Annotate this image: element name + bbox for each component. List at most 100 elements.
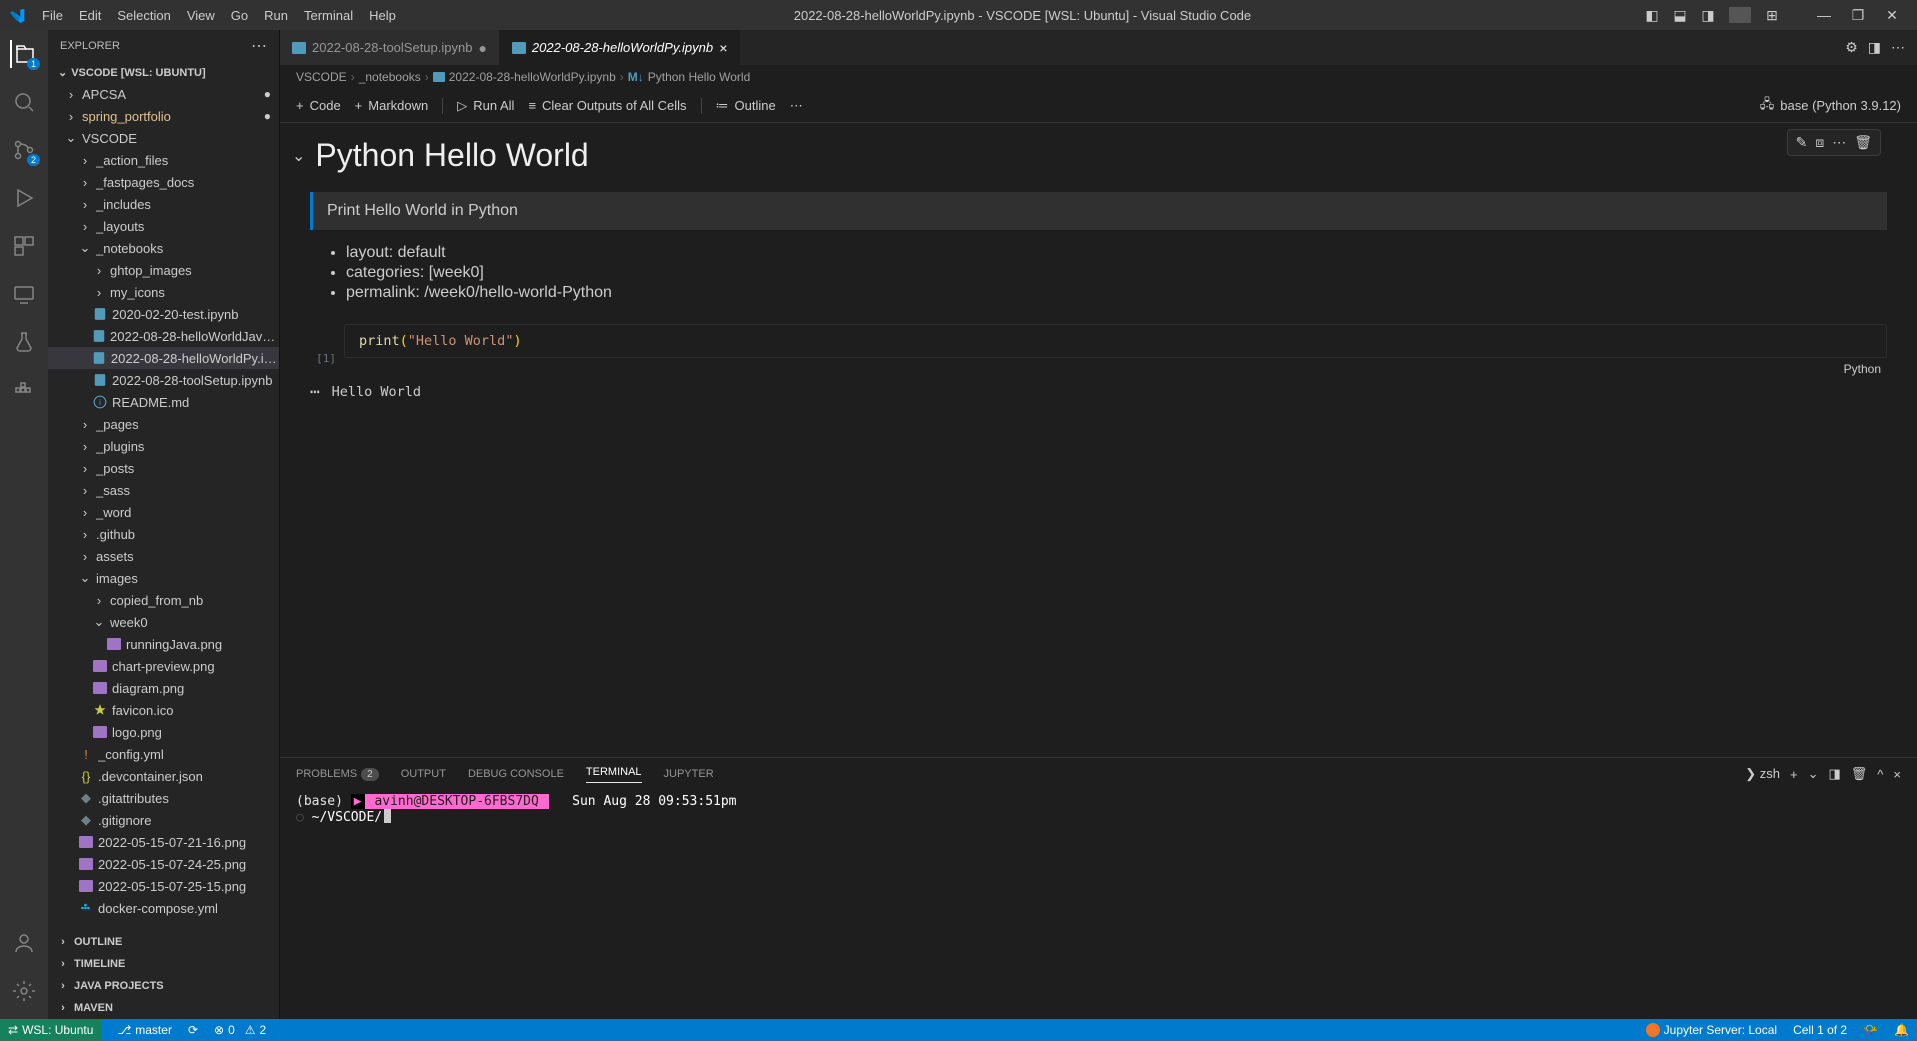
- add-code-button[interactable]: +Code: [296, 98, 341, 113]
- search-icon[interactable]: [10, 88, 38, 116]
- menu-terminal[interactable]: Terminal: [296, 4, 361, 27]
- file-img3[interactable]: 2022-05-15-07-25-15.png: [48, 875, 279, 897]
- docker-icon[interactable]: [10, 376, 38, 404]
- file-logo[interactable]: logo.png: [48, 721, 279, 743]
- file-readme[interactable]: iREADME.md: [48, 391, 279, 413]
- sidebar-more-icon[interactable]: ⋯: [251, 36, 267, 56]
- menu-selection[interactable]: Selection: [109, 4, 178, 27]
- file-gitattr[interactable]: ◆.gitattributes: [48, 787, 279, 809]
- menu-help[interactable]: Help: [361, 4, 404, 27]
- code-input[interactable]: print("Hello World"): [344, 324, 1887, 358]
- edit-icon[interactable]: ✎: [1796, 134, 1808, 151]
- folder-includes[interactable]: ›_includes: [48, 193, 279, 215]
- notebook-body[interactable]: ✎ ⧈ ⋯ 🗑 ⌄ Python Hello World Print Hello…: [280, 123, 1917, 757]
- java-projects-section[interactable]: ›JAVA PROJECTS: [48, 975, 279, 997]
- maximize-icon[interactable]: ❐: [1841, 7, 1875, 24]
- file-img1[interactable]: 2022-05-15-07-21-16.png: [48, 831, 279, 853]
- file-running[interactable]: runningJava.png: [48, 633, 279, 655]
- split-terminal-dropdown-icon[interactable]: ⌄: [1808, 766, 1819, 782]
- more-actions-icon[interactable]: ⋯: [790, 98, 803, 114]
- menu-go[interactable]: Go: [223, 4, 256, 27]
- breadcrumb[interactable]: VSCODE› _notebooks› 2022-08-28-helloWorl…: [280, 65, 1917, 89]
- folder-pages[interactable]: ›_pages: [48, 413, 279, 435]
- file-nb3[interactable]: 2022-08-28-helloWorldPy.ipynb: [48, 347, 279, 369]
- testing-icon[interactable]: [10, 328, 38, 356]
- file-nb2[interactable]: 2022-08-28-helloWorldJava.ipynb: [48, 325, 279, 347]
- file-devcontainer[interactable]: {}.devcontainer.json: [48, 765, 279, 787]
- folder-word[interactable]: ›_word: [48, 501, 279, 523]
- split-editor-icon[interactable]: ◨: [1868, 39, 1881, 56]
- code-cell[interactable]: [1] print("Hello World") Python: [310, 324, 1887, 378]
- toggle-panel-icon[interactable]: ⬓: [1669, 7, 1691, 24]
- folder-week0[interactable]: ⌄week0: [48, 611, 279, 633]
- bell-icon[interactable]: 🔔: [1894, 1023, 1909, 1037]
- tab-terminal[interactable]: TERMINAL: [586, 766, 642, 783]
- file-nb4[interactable]: 2022-08-28-toolSetup.ipynb: [48, 369, 279, 391]
- kill-terminal-icon[interactable]: 🗑: [1851, 766, 1868, 782]
- output-actions-icon[interactable]: ⋯: [310, 382, 320, 401]
- run-debug-icon[interactable]: [10, 184, 38, 212]
- folder-apcsa[interactable]: ›APCSA●: [48, 83, 279, 105]
- workspace-root[interactable]: ⌄ VSCODE [WSL: UBUNTU]: [48, 62, 279, 83]
- extensions-icon[interactable]: [10, 232, 38, 260]
- close-icon[interactable]: ✕: [1875, 7, 1909, 24]
- file-diagram[interactable]: diagram.png: [48, 677, 279, 699]
- folder-notebooks[interactable]: ⌄_notebooks: [48, 237, 279, 259]
- file-chart[interactable]: chart-preview.png: [48, 655, 279, 677]
- terminal-body[interactable]: (base) ▶ avinh@DESKTOP-6FBS7DQ Sun Aug 2…: [280, 790, 1917, 1019]
- delete-icon[interactable]: 🗑: [1854, 134, 1872, 151]
- folder-layouts[interactable]: ›_layouts: [48, 215, 279, 237]
- shell-indicator[interactable]: ❯ zsh: [1745, 766, 1780, 782]
- folder-copied[interactable]: ›copied_from_nb: [48, 589, 279, 611]
- gear-icon[interactable]: ⚙: [1845, 39, 1858, 56]
- cell-indicator[interactable]: Cell 1 of 2: [1793, 1023, 1847, 1037]
- folder-assets[interactable]: ›assets: [48, 545, 279, 567]
- tab-helloworld[interactable]: 2022-08-28-helloWorldPy.ipynb ×: [500, 30, 740, 65]
- close-panel-icon[interactable]: ×: [1893, 767, 1901, 782]
- folder-spring[interactable]: ›spring_portfolio●: [48, 105, 279, 127]
- folder-fastpages[interactable]: ›_fastpages_docs: [48, 171, 279, 193]
- maven-section[interactable]: ›MAVEN: [48, 997, 279, 1019]
- chevron-down-icon[interactable]: ⌄: [292, 146, 305, 166]
- remote-explorer-icon[interactable]: [10, 280, 38, 308]
- folder-images[interactable]: ⌄images: [48, 567, 279, 589]
- add-markdown-button[interactable]: +Markdown: [355, 98, 429, 113]
- close-tab-icon[interactable]: ×: [719, 40, 727, 56]
- file-dcompose[interactable]: docker-compose.yml: [48, 897, 279, 919]
- timeline-section[interactable]: ›TIMELINE: [48, 953, 279, 975]
- more-icon[interactable]: ⋯: [1891, 39, 1905, 56]
- folder-action-files[interactable]: ›_action_files: [48, 149, 279, 171]
- clear-outputs-button[interactable]: ≡Clear Outputs of All Cells: [528, 98, 686, 113]
- new-terminal-icon[interactable]: +: [1790, 767, 1798, 782]
- tab-jupyter[interactable]: JUPYTER: [664, 768, 714, 780]
- minimize-icon[interactable]: —: [1807, 7, 1841, 24]
- outline-section[interactable]: ›OUTLINE: [48, 931, 279, 953]
- run-all-button[interactable]: ▷Run All: [457, 98, 514, 114]
- toggle-sidebar-icon[interactable]: ◧: [1641, 7, 1663, 24]
- settings-icon[interactable]: [10, 977, 38, 1005]
- folder-github[interactable]: ›.github: [48, 523, 279, 545]
- outline-button[interactable]: ≔Outline: [716, 98, 776, 114]
- folder-posts[interactable]: ›_posts: [48, 457, 279, 479]
- toggle-secondary-icon[interactable]: ◨: [1697, 7, 1719, 24]
- folder-plugins[interactable]: ›_plugins: [48, 435, 279, 457]
- tab-output[interactable]: OUTPUT: [401, 768, 446, 780]
- tab-debug-console[interactable]: DEBUG CONSOLE: [468, 768, 564, 780]
- split-cell-icon[interactable]: ⧈: [1815, 134, 1824, 151]
- kernel-picker[interactable]: 🖧 base (Python 3.9.12): [1760, 95, 1901, 117]
- file-gitignore[interactable]: ◆.gitignore: [48, 809, 279, 831]
- tab-toolsetup[interactable]: 2022-08-28-toolSetup.ipynb ●: [280, 30, 500, 65]
- menu-edit[interactable]: Edit: [71, 4, 109, 27]
- customize-layout-icon[interactable]: ⊞: [1761, 7, 1783, 24]
- source-control-icon[interactable]: 2: [10, 136, 38, 164]
- folder-vscode[interactable]: ⌄VSCODE: [48, 127, 279, 149]
- menu-view[interactable]: View: [179, 4, 223, 27]
- file-config[interactable]: !_config.yml: [48, 743, 279, 765]
- accounts-icon[interactable]: [10, 929, 38, 957]
- sync-indicator[interactable]: ⟳: [188, 1023, 198, 1037]
- feedback-icon[interactable]: 📯: [1863, 1023, 1878, 1037]
- more-icon[interactable]: ⋯: [1832, 134, 1846, 151]
- folder-sass[interactable]: ›_sass: [48, 479, 279, 501]
- file-img2[interactable]: 2022-05-15-07-24-25.png: [48, 853, 279, 875]
- explorer-icon[interactable]: 1: [10, 40, 38, 68]
